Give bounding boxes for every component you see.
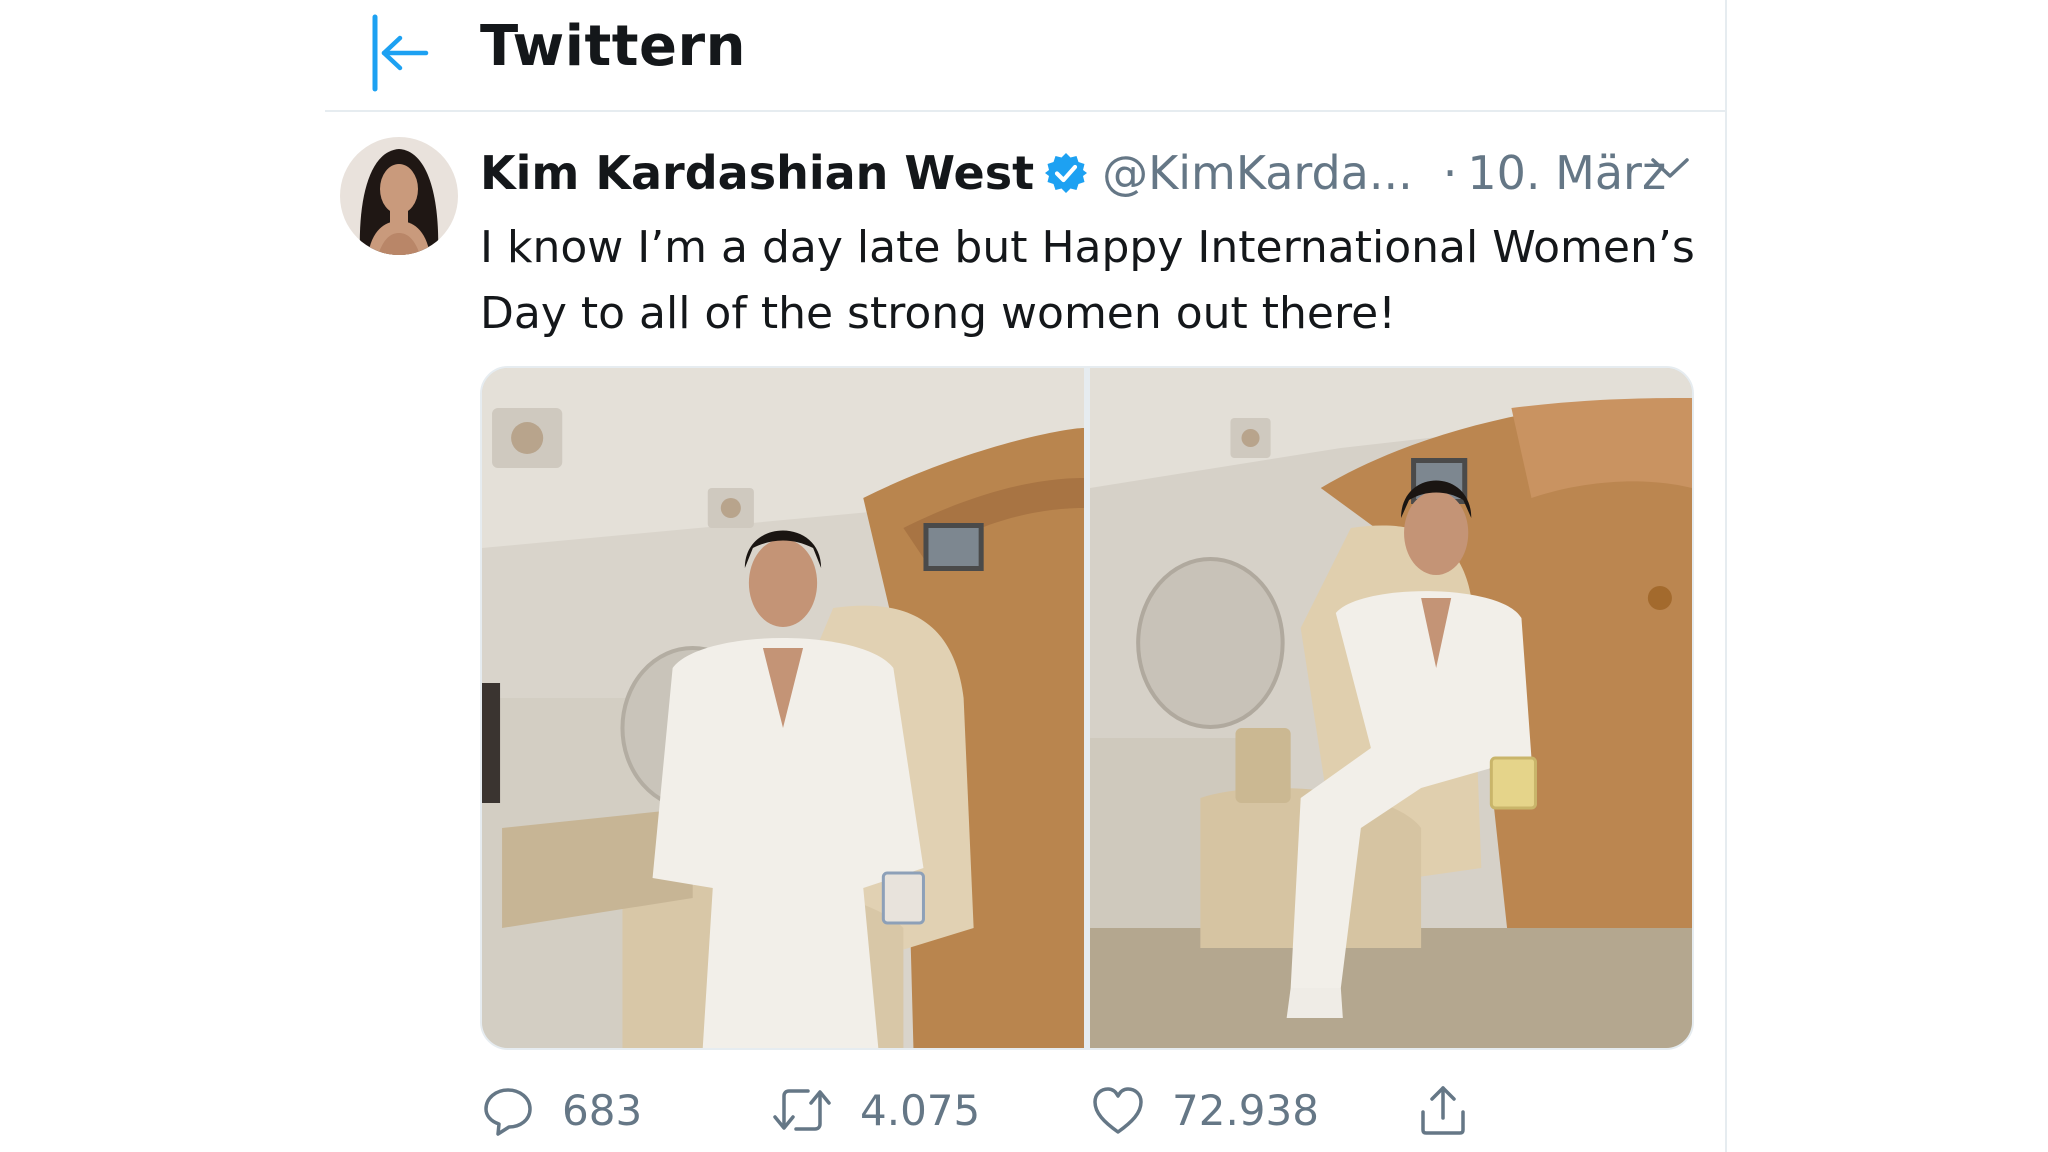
avatar[interactable] <box>340 137 458 255</box>
author-display-name[interactable]: Kim Kardashian West <box>480 146 1034 200</box>
tweet-options-button[interactable] <box>1640 143 1700 193</box>
reply-count: 683 <box>562 1085 643 1135</box>
back-arrow-icon <box>372 14 429 92</box>
page-title: Twittern <box>480 14 746 79</box>
header-separator: · <box>1442 146 1458 200</box>
heart-icon <box>1093 1087 1143 1134</box>
retweet-button[interactable]: 4.075 <box>770 1080 980 1140</box>
like-button[interactable]: 72.938 <box>1090 1080 1319 1140</box>
tweet-text: I know I’m a day late but Happy Internat… <box>480 222 1695 339</box>
tweet-photo-2[interactable] <box>1090 368 1692 1048</box>
tweet-actions: 683 4.075 72.938 <box>480 1070 1720 1150</box>
tweet-header: Kim Kardashian West @KimKarda... · 10. M… <box>480 138 1666 208</box>
tweet-media <box>480 366 1694 1050</box>
timeline-column: Twittern Kim Kardashian West @KimKarda..… <box>325 0 1727 1152</box>
reply-icon <box>484 1088 532 1136</box>
retweet-count: 4.075 <box>860 1085 981 1135</box>
chevron-down-icon <box>1651 158 1689 178</box>
author-avatar-image <box>340 137 458 255</box>
back-button[interactable] <box>355 8 445 98</box>
reply-button[interactable]: 683 <box>480 1080 642 1140</box>
author-handle[interactable]: @KimKarda... <box>1102 146 1413 200</box>
tweet-photo-1[interactable] <box>482 368 1084 1048</box>
like-count: 72.938 <box>1172 1085 1319 1135</box>
retweet-icon <box>773 1089 831 1131</box>
share-button[interactable] <box>1415 1080 1471 1140</box>
page-header: Twittern <box>325 0 1725 112</box>
tweet-date[interactable]: 10. März <box>1467 146 1666 200</box>
share-icon <box>1421 1086 1465 1135</box>
verified-badge-icon <box>1044 151 1088 195</box>
